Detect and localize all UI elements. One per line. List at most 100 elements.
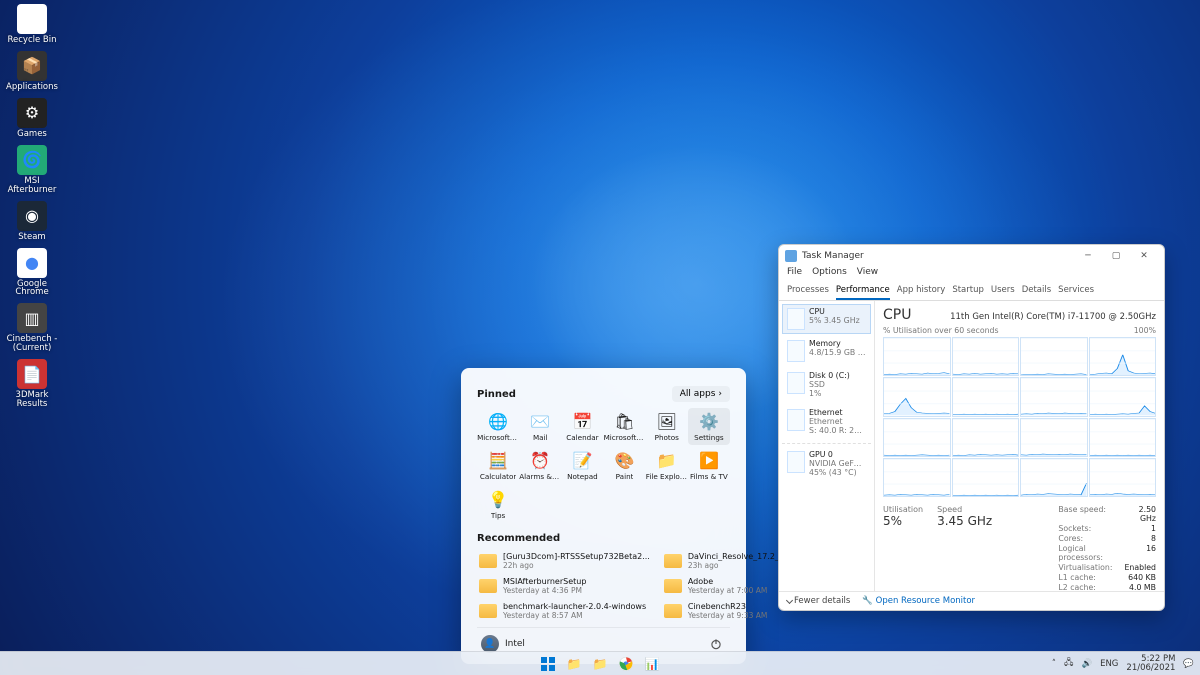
pinned-heading: Pinned [477, 389, 516, 400]
pinned-alarms[interactable]: ⏰Alarms & Clock [519, 447, 561, 484]
fewer-details-toggle[interactable]: Fewer details [787, 596, 850, 606]
chrome-icon [618, 656, 634, 672]
pinned-edge[interactable]: 🌐Microsoft Edge [477, 408, 519, 445]
start-button[interactable] [537, 654, 559, 674]
paint-icon: 🎨 [615, 450, 635, 470]
chevron-up-icon [786, 597, 793, 604]
recommended-item[interactable]: benchmark-launcher-2.0.4-windowsYesterda… [477, 600, 652, 622]
volume-icon[interactable]: 🔊 [1081, 659, 1092, 669]
all-apps-button[interactable]: All apps › [672, 386, 730, 402]
recycle-bin-icon: 🗑 [17, 4, 47, 34]
cpu-core-chart-9 [952, 418, 1020, 457]
utilization-label: Utilisation [883, 505, 923, 514]
kv-value: 8 [1123, 534, 1156, 543]
desktop-icon-steam[interactable]: ◉Steam [4, 201, 60, 242]
recommended-sub: Yesterday at 9:33 AM [688, 611, 768, 620]
desktop-icon-msi-afterburner[interactable]: 🌀MSI Afterburner [4, 145, 60, 195]
pinned-label: Photos [655, 433, 679, 442]
desktop-icon-label: Google Chrome [4, 280, 60, 298]
sidebar-item-gpu0[interactable]: GPU 0NVIDIA GeForce RTX ...45% (43 °C) [782, 447, 871, 482]
system-tray: ˄ 🖧 🔊 ENG 5:22 PM 21/06/2021 💬 [1052, 655, 1194, 673]
close-button[interactable]: ✕ [1130, 246, 1158, 266]
folder-icon [479, 579, 497, 593]
recommended-item[interactable]: [Guru3Dcom]-RTSSSetup732Beta2...22h ago [477, 550, 652, 572]
menu-options[interactable]: Options [812, 267, 847, 281]
pinned-mail[interactable]: ✉️Mail [519, 408, 561, 445]
tab-startup[interactable]: Startup [952, 283, 984, 300]
sidebar-item-cpu[interactable]: CPU5% 3.45 GHz [782, 304, 871, 334]
pinned-label: Calendar [566, 433, 598, 442]
steam-icon: ◉ [17, 201, 47, 231]
menu-view[interactable]: View [857, 267, 878, 281]
performance-sidebar: CPU5% 3.45 GHzMemory4.8/15.9 GB (30%)Dis… [779, 301, 875, 591]
msi-afterburner-icon: 🌀 [17, 145, 47, 175]
kv-key: L1 cache: [1058, 573, 1113, 582]
taskbar-explorer-button-2[interactable]: 📁 [589, 654, 611, 674]
desktop-icon-games[interactable]: ⚙Games [4, 98, 60, 139]
desktop-icon-cinebench[interactable]: ▥Cinebench - (Current) [4, 303, 60, 353]
task-manager-window: Task Manager ─ ▢ ✕ File Options View Proce… [778, 244, 1165, 611]
taskbar-chrome-button[interactable] [615, 654, 637, 674]
desktop-icon-applications[interactable]: 📦Applications [4, 51, 60, 92]
maximize-button[interactable]: ▢ [1102, 246, 1130, 266]
pinned-explorer[interactable]: 📁File Explorer [646, 447, 688, 484]
sidebar-item-sub: 5% 3.45 GHz [809, 317, 860, 326]
tab-users[interactable]: Users [991, 283, 1015, 300]
tab-services[interactable]: Services [1058, 283, 1094, 300]
pinned-films[interactable]: ▶️Films & TV [688, 447, 730, 484]
pinned-label: Mail [533, 433, 548, 442]
pinned-store[interactable]: 🛍Microsoft Store [604, 408, 646, 445]
menu-file[interactable]: File [787, 267, 802, 281]
desktop-icon-recycle-bin[interactable]: 🗑Recycle Bin [4, 4, 60, 45]
taskmgr-footer: Fewer details 🔧 Open Resource Monitor [779, 591, 1164, 610]
cpu-core-chart-1 [952, 337, 1020, 376]
pinned-settings[interactable]: ⚙️Settings [688, 408, 730, 445]
pinned-calculator[interactable]: 🧮Calculator [477, 447, 519, 484]
network-icon[interactable]: 🖧 [1064, 657, 1073, 671]
pinned-photos[interactable]: 🖼Photos [646, 408, 688, 445]
cpu-core-chart-11 [1089, 418, 1157, 457]
desktop-icon-3dmark-results[interactable]: 📄3DMark Results [4, 359, 60, 409]
language-indicator[interactable]: ENG [1100, 659, 1118, 669]
cpu-core-chart-13 [952, 458, 1020, 497]
sidebar-item-memory[interactable]: Memory4.8/15.9 GB (30%) [782, 336, 871, 366]
tab-app-history[interactable]: App history [897, 283, 946, 300]
cpu-core-chart-15 [1089, 458, 1157, 497]
taskbar-taskmgr-button[interactable]: 📊 [641, 654, 663, 674]
minimize-button[interactable]: ─ [1074, 246, 1102, 266]
tab-processes[interactable]: Processes [787, 283, 829, 300]
sidebar-item-disk0[interactable]: Disk 0 (C:)SSD1% [782, 368, 871, 403]
pinned-tips[interactable]: 💡Tips [477, 486, 519, 523]
desktop-icon-google-chrome[interactable]: ●Google Chrome [4, 248, 60, 298]
notifications-icon[interactable]: 💬 [1183, 659, 1194, 669]
pinned-notepad[interactable]: 📝Notepad [561, 447, 603, 484]
tab-performance[interactable]: Performance [836, 283, 890, 300]
taskbar-center: 📁 📁 📊 [537, 654, 663, 674]
recommended-sub: 22h ago [503, 561, 650, 570]
settings-icon: ⚙️ [699, 411, 719, 431]
taskbar-explorer-button[interactable]: 📁 [563, 654, 585, 674]
sidebar-item-ethernet[interactable]: EthernetEthernetS: 40.0 R: 216 Kbps [782, 405, 871, 440]
recommended-item[interactable]: MSIAfterburnerSetupYesterday at 4:36 PM [477, 575, 652, 597]
taskbar-clock[interactable]: 5:22 PM 21/06/2021 [1126, 655, 1175, 673]
chart-left-label: % Utilisation over 60 seconds [883, 326, 999, 335]
recommended-sub: Yesterday at 8:57 AM [503, 611, 646, 620]
cpu-core-chart-10 [1020, 418, 1088, 457]
recommended-grid: [Guru3Dcom]-RTSSSetup732Beta2...22h agoD… [477, 550, 730, 622]
kv-value: 4.0 MB [1123, 583, 1156, 591]
mini-chart-icon [787, 409, 805, 431]
pinned-label: Paint [616, 472, 634, 481]
windows-logo-icon [540, 656, 556, 672]
pinned-paint[interactable]: 🎨 Paint [604, 447, 646, 484]
sidebar-item-sub2: S: 40.0 R: 216 Kbps [809, 427, 866, 436]
tray-chevron-icon[interactable]: ˄ [1052, 659, 1056, 669]
power-icon [709, 637, 723, 651]
desktop-icon-label: Cinebench - (Current) [4, 335, 60, 353]
pinned-calendar[interactable]: 📅Calendar [561, 408, 603, 445]
mini-chart-icon [787, 340, 805, 362]
folder-icon [479, 554, 497, 568]
tab-details[interactable]: Details [1022, 283, 1051, 300]
kv-value: 2.50 GHz [1123, 505, 1156, 523]
titlebar[interactable]: Task Manager ─ ▢ ✕ [779, 245, 1164, 267]
open-resource-monitor-link[interactable]: 🔧 Open Resource Monitor [862, 596, 975, 606]
